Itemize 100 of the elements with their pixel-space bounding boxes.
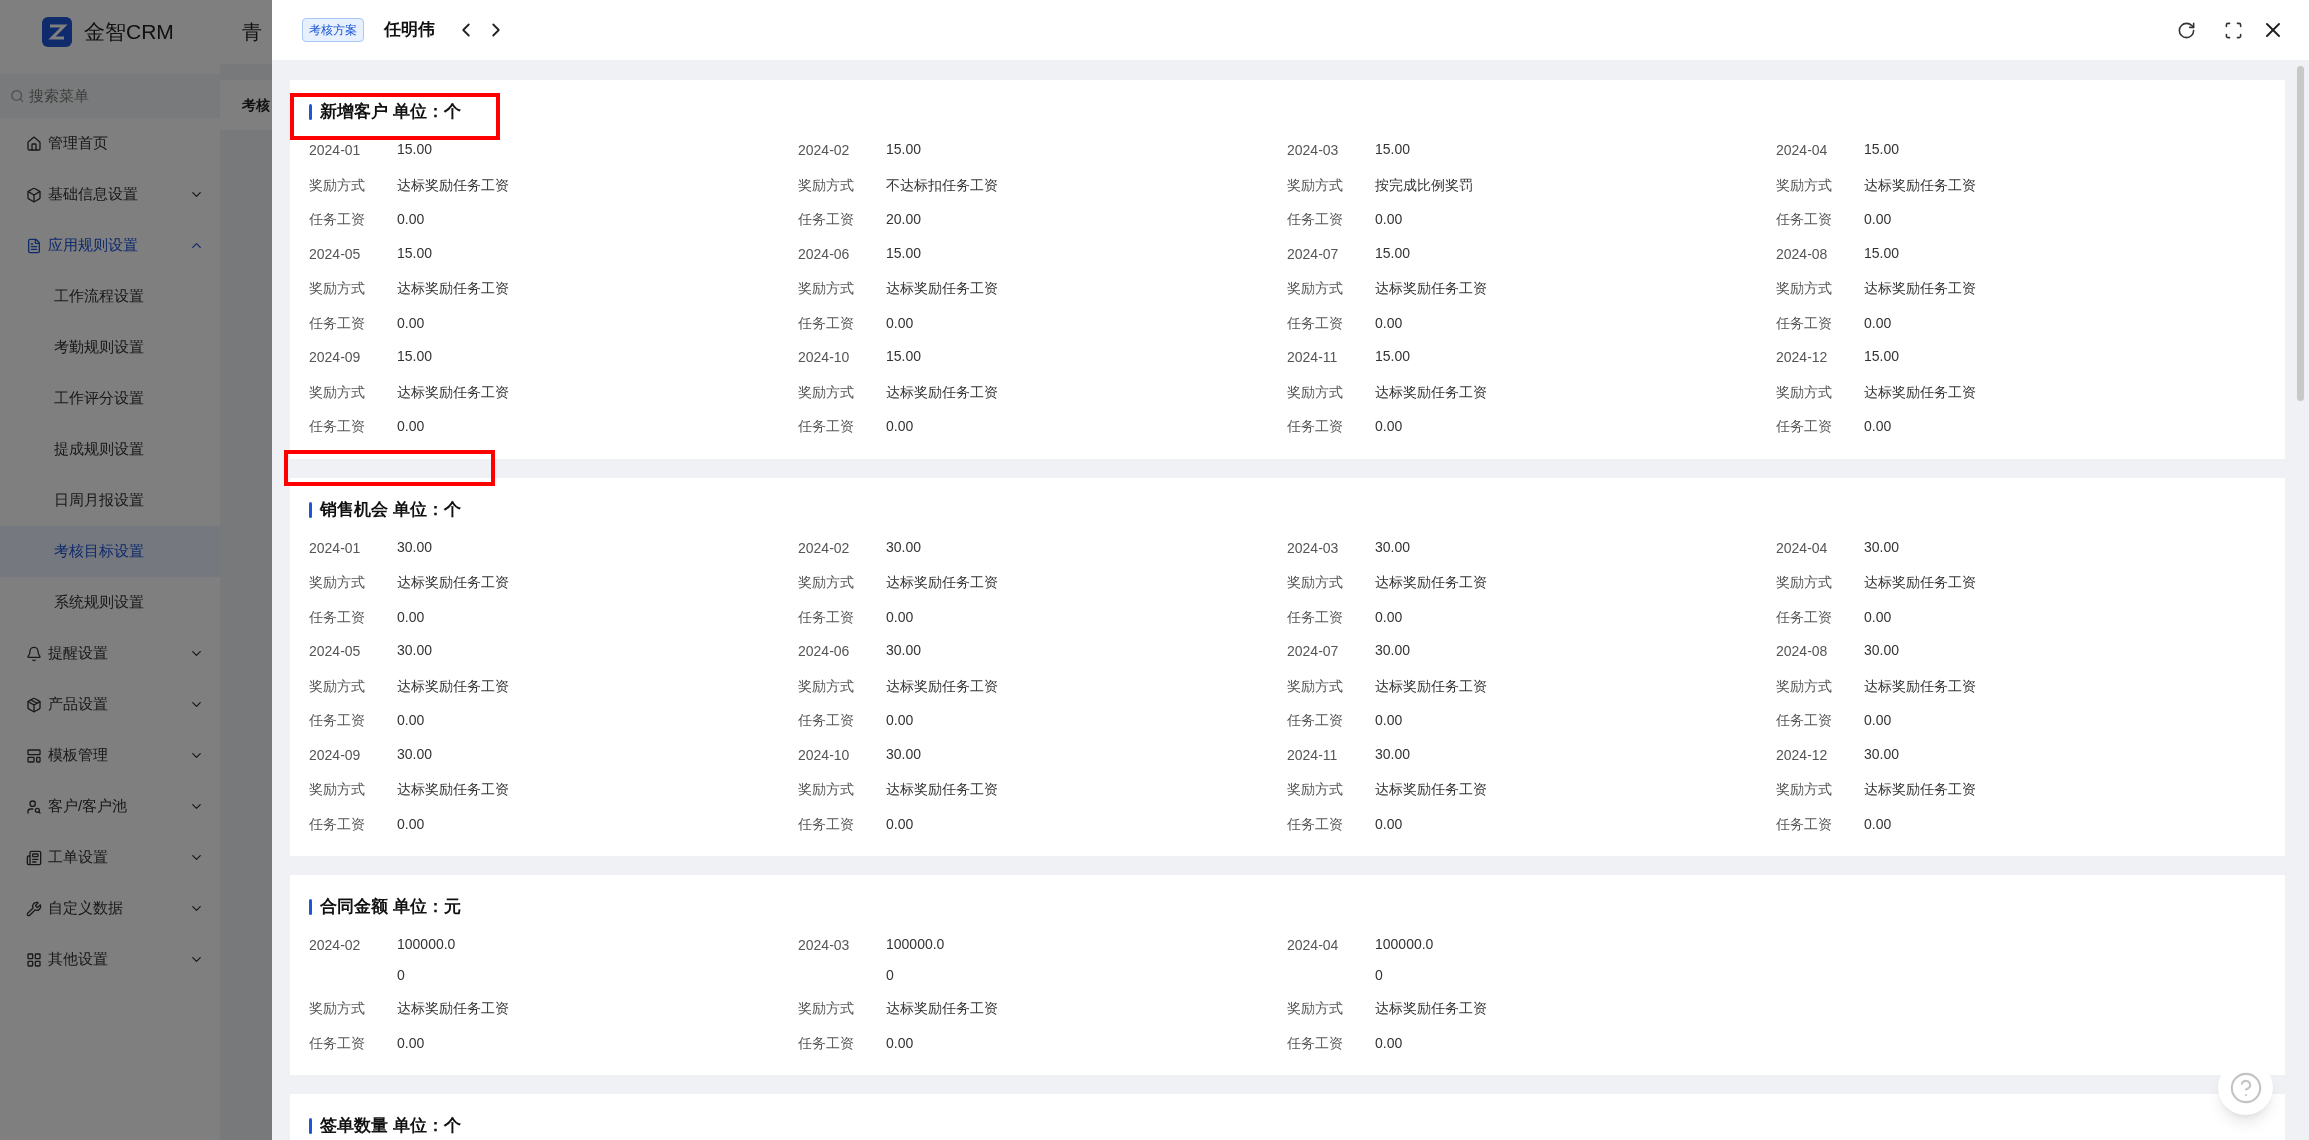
field-value: 不达标扣任务工资: [886, 175, 998, 195]
field-label: 任务工资: [798, 313, 855, 333]
field-label: 任务工资: [1287, 1033, 1344, 1053]
sidebar-subitem[interactable]: 日周月报设置: [0, 475, 220, 526]
field-label: 奖励方式: [1287, 279, 1344, 298]
sidebar-item[interactable]: 产品设置: [0, 679, 220, 730]
logo-icon: [42, 17, 72, 47]
document-icon: [26, 237, 42, 254]
month-label: 2024-07: [1287, 244, 1340, 264]
sidebar-item[interactable]: 应用规则设置: [0, 220, 220, 271]
target-value: 15.00: [397, 347, 433, 366]
field-value: 0.00: [397, 607, 425, 627]
target-value: 15.00: [1864, 243, 1900, 263]
sidebar-item[interactable]: 基础信息设置: [0, 169, 220, 220]
field-label: 奖励方式: [309, 175, 366, 195]
month-label: 2024-12: [1776, 745, 1829, 765]
title-accent-bar: [309, 1118, 312, 1134]
field-label: 任务工资: [1287, 711, 1344, 730]
sidebar-item[interactable]: 模板管理: [0, 730, 220, 781]
section-title: 新增客户 单位：个: [320, 101, 461, 124]
help-icon: [2228, 1070, 2263, 1105]
field-label: 任务工资: [309, 711, 366, 730]
field-value: 达标奖励任务工资: [886, 676, 998, 696]
field-label: 任务工资: [798, 814, 855, 834]
field-value: 达标奖励任务工资: [886, 999, 998, 1018]
field-label: 奖励方式: [798, 175, 855, 195]
sidebar-item[interactable]: 客户/客户池: [0, 781, 220, 832]
field-label: 任务工资: [1776, 711, 1833, 730]
sidebar-subitem[interactable]: 提成规则设置: [0, 424, 220, 475]
title-accent-bar: [309, 501, 312, 518]
title-accent-bar: [309, 104, 312, 120]
field-value: 达标奖励任务工资: [397, 573, 509, 592]
sidebar-subitem[interactable]: 考核目标设置: [0, 526, 220, 577]
target-value: 100000.00: [397, 935, 457, 985]
page-title: 考核: [242, 95, 270, 115]
plan-tag: 考核方案: [302, 18, 364, 42]
field-label: 任务工资: [798, 1033, 855, 1053]
target-value: 15.00: [886, 243, 922, 263]
field-label: 奖励方式: [309, 573, 366, 592]
month-label: 2024-11: [1287, 745, 1339, 765]
fullscreen-button[interactable]: [2224, 20, 2243, 40]
field-value: 0.00: [886, 814, 914, 834]
field-label: 奖励方式: [798, 780, 855, 799]
field-label: 任务工资: [1287, 313, 1344, 333]
field-value: 0.00: [1375, 210, 1403, 229]
month-label: 2024-11: [1287, 348, 1339, 367]
newspaper-icon: [26, 849, 42, 866]
field-value: 达标奖励任务工资: [886, 573, 998, 592]
field-label: 奖励方式: [309, 279, 366, 298]
search-icon: [10, 88, 25, 104]
field-value: 0.00: [886, 607, 914, 627]
month-label: 2024-02: [798, 141, 851, 160]
month-label: 2024-04: [1287, 936, 1340, 955]
sidebar-item[interactable]: 自定义数据: [0, 883, 220, 934]
user-icon: [26, 798, 42, 815]
field-value: 0.00: [1864, 210, 1892, 229]
search-field[interactable]: 搜索菜单: [28, 84, 210, 108]
field-value: 达标奖励任务工资: [397, 175, 509, 195]
field-value: 达标奖励任务工资: [1864, 780, 1976, 799]
sidebar-item[interactable]: 管理首页: [0, 118, 220, 169]
field-label: 奖励方式: [1776, 382, 1833, 402]
field-label: 任务工资: [798, 711, 855, 730]
month-label: 2024-06: [798, 244, 851, 264]
month-label: 2024-02: [309, 936, 362, 955]
sidebar-item[interactable]: 提醒设置: [0, 628, 220, 679]
field-value: 达标奖励任务工资: [397, 279, 509, 298]
field-value: 达标奖励任务工资: [1375, 382, 1487, 402]
field-label: 奖励方式: [1776, 279, 1833, 298]
field-value: 0.00: [886, 417, 914, 436]
field-label: 任务工资: [309, 313, 366, 333]
field-value: 达标奖励任务工资: [886, 382, 998, 402]
sidebar-subitem[interactable]: 系统规则设置: [0, 577, 220, 628]
home-icon: [26, 135, 42, 152]
field-value: 0.00: [397, 814, 425, 834]
scrollbar-thumb[interactable]: [2296, 66, 2304, 401]
month-label: 2024-01: [309, 538, 362, 558]
month-label: 2024-03: [798, 936, 851, 955]
field-value: 20.00: [886, 210, 922, 229]
field-value: 0.00: [886, 1033, 914, 1053]
sidebar-subitem[interactable]: 工作评分设置: [0, 373, 220, 424]
target-value: 30.00: [1864, 744, 1900, 764]
target-value: 30.00: [1375, 537, 1411, 557]
sidebar-item[interactable]: 工单设置: [0, 832, 220, 883]
month-label: 2024-06: [798, 642, 851, 661]
sidebar-item[interactable]: 其他设置: [0, 934, 220, 985]
month-label: 2024-07: [1287, 642, 1340, 661]
section-title: 销售机会 单位：个: [320, 498, 461, 521]
month-label: 2024-09: [309, 745, 362, 765]
field-value: 达标奖励任务工资: [1375, 573, 1487, 592]
sidebar-subitem[interactable]: 考勤规则设置: [0, 322, 220, 373]
refresh-button[interactable]: [2177, 20, 2196, 40]
field-label: 奖励方式: [1776, 780, 1833, 799]
target-value: 15.00: [1375, 140, 1411, 159]
target-value: 100000.00: [886, 935, 946, 985]
sidebar-subitem[interactable]: 工作流程设置: [0, 271, 220, 322]
field-value: 按完成比例奖罚: [1375, 175, 1473, 195]
field-label: 奖励方式: [1287, 676, 1344, 696]
month-label: 2024-04: [1776, 538, 1829, 558]
field-value: 达标奖励任务工资: [1864, 279, 1976, 298]
search-box[interactable]: 搜索菜单: [0, 74, 220, 118]
